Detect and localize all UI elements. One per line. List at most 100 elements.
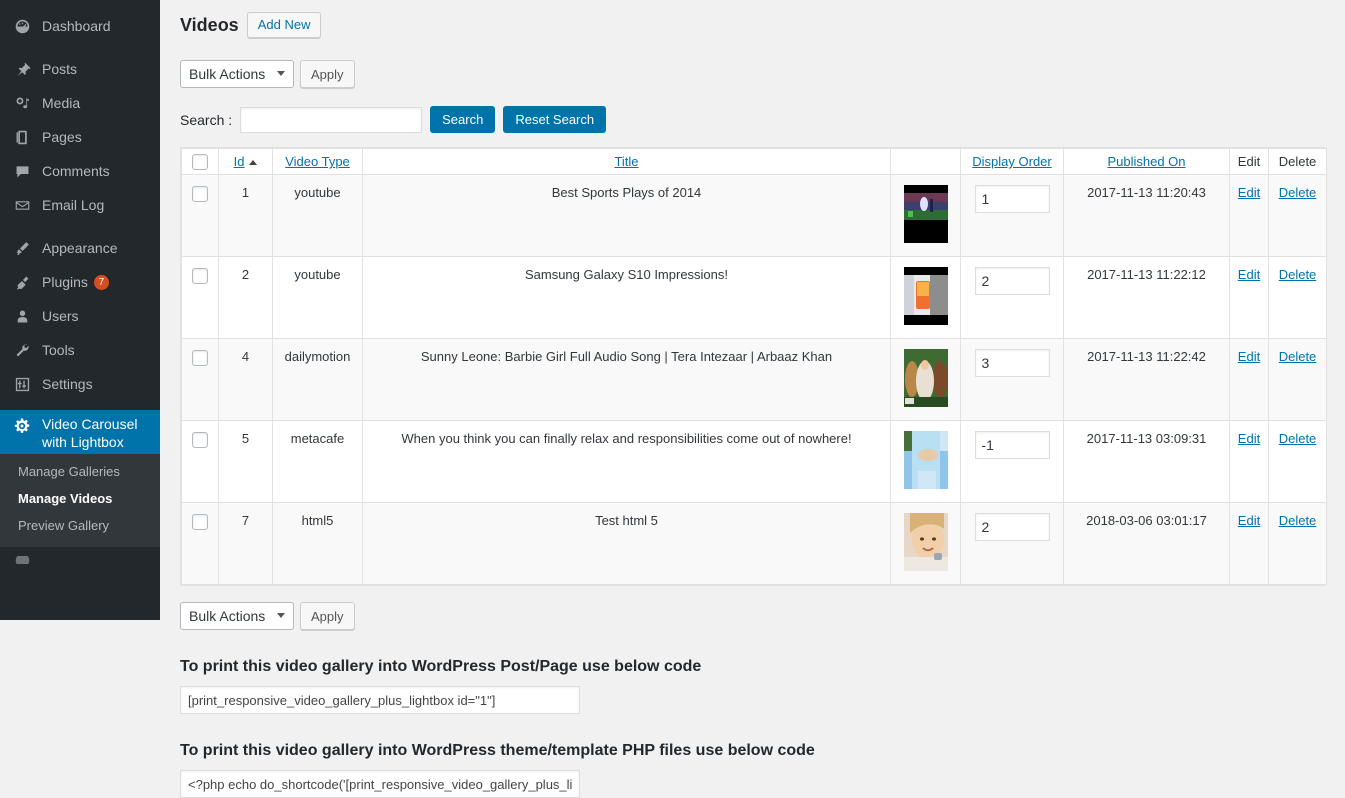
delete-link[interactable]: Delete [1279, 349, 1317, 364]
add-new-button[interactable]: Add New [246, 12, 322, 38]
dashboard-icon [10, 16, 34, 36]
edit-link[interactable]: Edit [1238, 267, 1260, 282]
row-video-type: dailymotion [272, 338, 363, 421]
row-video-type: youtube [272, 256, 363, 339]
sidebar-item-tools[interactable]: Tools [0, 333, 160, 367]
sort-link-video-type[interactable]: Video Type [285, 154, 350, 169]
sort-link-published-on[interactable]: Published On [1107, 154, 1185, 169]
delete-link[interactable]: Delete [1279, 431, 1317, 446]
search-bar: Search : Search Reset Search [180, 106, 1325, 133]
collapse-icon [10, 556, 34, 564]
row-checkbox[interactable] [192, 513, 208, 530]
display-order-input[interactable] [974, 185, 1050, 213]
apply-button-top[interactable]: Apply [300, 60, 355, 88]
column-delete: Delete [1268, 148, 1327, 175]
sidebar-item-email-log[interactable]: Email Log [0, 188, 160, 222]
sidebar-item-video-carousel-with-lightbox[interactable]: Video Carousel with Lightbox [0, 410, 168, 454]
sidebar-item-users[interactable]: Users [0, 299, 160, 333]
sidebar-item-collapse-partial[interactable] [0, 556, 160, 564]
bulk-actions-select-top[interactable]: Bulk Actions [180, 60, 294, 88]
delete-link[interactable]: Delete [1279, 267, 1317, 282]
row-delete-cell: Delete [1268, 338, 1327, 421]
table-row: 5 metacafe When you think you can finall… [181, 420, 1327, 503]
edit-link[interactable]: Edit [1238, 431, 1260, 446]
post-shortcode-input[interactable] [180, 686, 580, 714]
sidebar-sep-1 [0, 43, 160, 52]
row-checkbox-cell [181, 338, 219, 421]
column-title: Title [362, 148, 891, 175]
column-thumbnail [890, 148, 961, 175]
apply-button-bottom[interactable]: Apply [300, 602, 355, 630]
search-label: Search : [180, 111, 233, 128]
row-edit-cell: Edit [1229, 338, 1269, 421]
display-order-input[interactable] [974, 431, 1050, 459]
video-thumbnail[interactable] [903, 513, 948, 571]
sidebar-submenu: Manage Galleries Manage Videos Preview G… [0, 454, 160, 547]
search-input[interactable] [240, 106, 423, 133]
sidebar-item-pages[interactable]: Pages [0, 120, 160, 154]
sidebar-item-manage-galleries[interactable]: Manage Galleries [0, 458, 160, 485]
row-thumbnail-cell [890, 256, 961, 339]
sidebar-item-manage-videos[interactable]: Manage Videos [0, 485, 160, 512]
row-id: 4 [218, 338, 273, 421]
videos-table-head: Id Video Type Title Display Order Publis… [181, 148, 1327, 175]
sidebar-item-posts[interactable]: Posts [0, 52, 160, 86]
sort-link-title[interactable]: Title [614, 154, 638, 169]
admin-sidebar: Dashboard Posts Media Pages Comments Ema… [0, 0, 168, 620]
sidebar-sep-3 [0, 401, 160, 410]
bulk-actions-bar-bottom: Bulk Actions Apply [180, 602, 1325, 630]
delete-link[interactable]: Delete [1279, 513, 1317, 528]
row-id: 2 [218, 256, 273, 339]
media-icon [10, 93, 34, 113]
row-id: 1 [218, 174, 273, 257]
row-id: 5 [218, 420, 273, 503]
sidebar-item-settings[interactable]: Settings [0, 367, 160, 401]
sidebar-item-comments[interactable]: Comments [0, 154, 160, 188]
sidebar-item-preview-gallery[interactable]: Preview Gallery [0, 512, 160, 539]
table-row: 7 html5 Test html 5 2018-03-06 03:01:17 [181, 502, 1327, 585]
display-order-input[interactable] [974, 513, 1050, 541]
video-thumbnail[interactable] [903, 185, 948, 243]
row-delete-cell: Delete [1268, 502, 1327, 585]
row-thumbnail-cell [890, 174, 961, 257]
row-published-on: 2017-11-13 03:09:31 [1063, 420, 1230, 503]
bulk-actions-select-wrap-bottom: Bulk Actions [180, 602, 294, 630]
select-all-checkbox[interactable] [192, 153, 208, 170]
php-shortcode-input[interactable] [180, 770, 580, 798]
edit-link[interactable]: Edit [1238, 349, 1260, 364]
row-checkbox-cell [181, 502, 219, 585]
sidebar-item-media[interactable]: Media [0, 86, 160, 120]
sort-link-display-order[interactable]: Display Order [972, 154, 1051, 169]
search-button[interactable]: Search [430, 106, 496, 133]
bulk-actions-select-bottom[interactable]: Bulk Actions [180, 602, 294, 630]
row-checkbox[interactable] [192, 431, 208, 448]
sidebar-item-label: Comments [42, 162, 110, 179]
row-checkbox[interactable] [192, 185, 208, 202]
row-delete-cell: Delete [1268, 174, 1327, 257]
sort-link-id[interactable]: Id [234, 154, 245, 169]
row-published-on: 2017-11-13 11:20:43 [1063, 174, 1230, 257]
display-order-input[interactable] [974, 267, 1050, 295]
video-thumbnail[interactable] [903, 349, 948, 407]
sidebar-item-label: Appearance [42, 239, 118, 256]
row-checkbox[interactable] [192, 349, 208, 366]
row-title: Test html 5 [362, 502, 891, 585]
column-display-order: Display Order [960, 148, 1064, 175]
video-thumbnail[interactable] [903, 267, 948, 325]
delete-link[interactable]: Delete [1279, 185, 1317, 200]
video-thumbnail[interactable] [903, 431, 948, 489]
sidebar-item-plugins[interactable]: Plugins 7 [0, 265, 160, 299]
row-checkbox[interactable] [192, 267, 208, 284]
display-order-input[interactable] [974, 349, 1050, 377]
row-display-order-cell [960, 256, 1064, 339]
gear-icon [10, 416, 34, 436]
table-row: 4 dailymotion Sunny Leone: Barbie Girl F… [181, 338, 1327, 421]
edit-link[interactable]: Edit [1238, 185, 1260, 200]
reset-search-button[interactable]: Reset Search [503, 106, 607, 133]
edit-link[interactable]: Edit [1238, 513, 1260, 528]
page-header: Videos Add New [180, 12, 1325, 38]
sliders-icon [10, 374, 34, 394]
sidebar-item-appearance[interactable]: Appearance [0, 231, 160, 265]
content-wrap: Videos Add New Bulk Actions Apply Search… [160, 0, 1345, 798]
sidebar-item-dashboard[interactable]: Dashboard [0, 9, 160, 43]
